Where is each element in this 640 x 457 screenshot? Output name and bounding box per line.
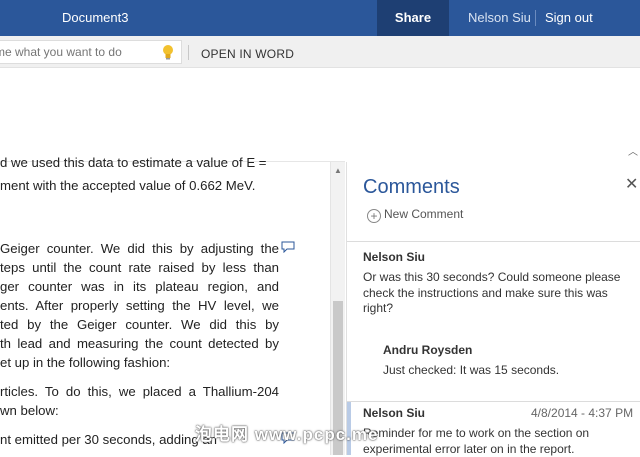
comment-body[interactable]: Reminder for me to work on the section o… [363, 426, 589, 457]
comment-author: Nelson Siu [363, 250, 425, 264]
sign-out-link[interactable]: Sign out [545, 10, 593, 25]
comment-line: right? [363, 301, 620, 317]
doc-line: rticles. To do this, we placed a Thalliu… [0, 382, 279, 401]
comment-marker-icon[interactable] [281, 241, 295, 253]
lightbulb-icon [162, 44, 174, 60]
pane-divider [347, 241, 640, 242]
close-icon[interactable]: ✕ [625, 174, 638, 194]
comments-pane-title: Comments [363, 176, 460, 199]
tell-me-input[interactable] [0, 41, 155, 63]
comment-line: Reminder for me to work on the section o… [363, 426, 589, 442]
new-comment-label: New Comment [384, 207, 463, 221]
vertical-scrollbar[interactable]: ▲ [330, 162, 345, 455]
reply-body[interactable]: Just checked: It was 15 seconds. [383, 363, 559, 379]
add-icon: + [367, 209, 381, 223]
scroll-up-arrow-icon[interactable]: ▲ [334, 166, 342, 175]
titlebar-separator [535, 10, 536, 26]
doc-line: ment with the accepted value of 0.662 Me… [0, 176, 255, 195]
doc-line: ger counter was in its plateau region, a… [0, 277, 279, 296]
new-comment-button[interactable]: +New Comment [367, 207, 463, 223]
document-body[interactable]: d we used this data to estimate a value … [0, 150, 285, 455]
doc-line: ents. After properly setting the HV leve… [0, 296, 279, 315]
comment-line: Or was this 30 seconds? Could someone pl… [363, 270, 620, 286]
doc-line: teps until the count rate raised by less… [0, 258, 279, 277]
comment-line: Just checked: It was 15 seconds. [383, 363, 559, 379]
ribbon-separator [188, 45, 189, 60]
comment-date: 4/8/2014 - 4:37 PM [531, 406, 633, 420]
document-title[interactable]: Document3 [62, 10, 128, 25]
title-bar: Document3 Share Nelson Siu Sign out [0, 0, 640, 36]
doc-line: th lead and measuring the count detected… [0, 334, 279, 353]
open-in-word-button[interactable]: OPEN IN WORD [201, 47, 294, 61]
comments-pane: Comments ✕ +New Comment Nelson Siu Or wa… [346, 162, 640, 455]
user-name[interactable]: Nelson Siu [468, 10, 531, 25]
doc-line: d we used this data to estimate a value … [0, 153, 266, 172]
share-button[interactable]: Share [377, 0, 449, 36]
doc-line: nt emitted per 30 seconds, adding an [0, 430, 217, 449]
watermark: 泡电网 www.pcpc.me [195, 420, 378, 445]
doc-line: ted by the Geiger counter. We did this b… [0, 315, 279, 334]
reply-author: Andru Roysden [383, 343, 472, 357]
doc-line: et up in the following fashion: [0, 353, 170, 372]
comment-author: Nelson Siu [363, 406, 425, 420]
doc-line: Geiger counter. We did this by adjusting… [0, 239, 279, 258]
comment-line: check the instructions and make sure thi… [363, 286, 620, 302]
tell-me-box[interactable] [0, 40, 182, 64]
collapse-ribbon-chevron-icon[interactable]: ︿ [628, 143, 638, 158]
pane-divider [347, 401, 640, 402]
ribbon-bar: OPEN IN WORD [0, 36, 640, 68]
doc-line: wn below: [0, 401, 59, 420]
comment-body[interactable]: Or was this 30 seconds? Could someone pl… [363, 270, 620, 317]
